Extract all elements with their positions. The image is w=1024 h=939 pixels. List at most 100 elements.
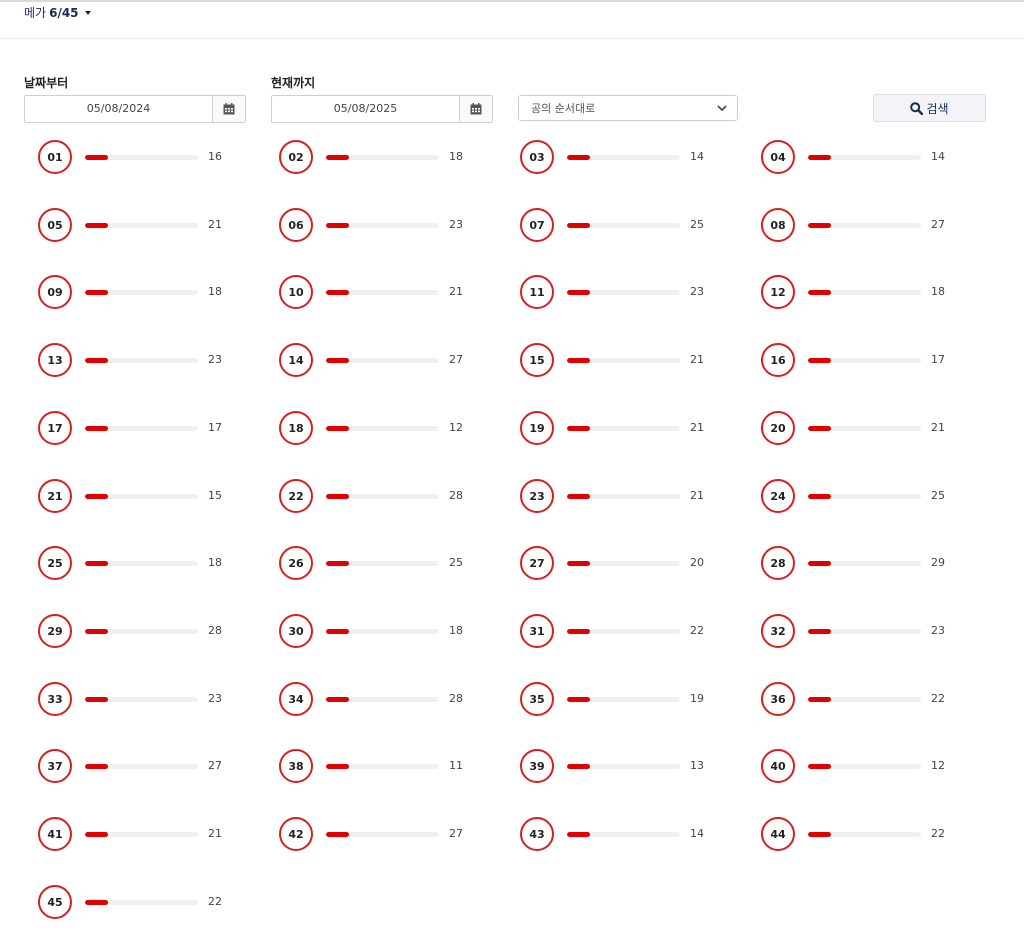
ball-count: 28: [449, 489, 463, 502]
ball-count: 18: [208, 556, 222, 569]
ball-number: 39: [520, 749, 554, 783]
ball-stat-item: 45 22: [38, 885, 248, 921]
from-date-field[interactable]: 05/08/2024: [24, 95, 246, 123]
frequency-bar-track: [808, 697, 921, 702]
frequency-bar-track: [326, 358, 439, 363]
frequency-bar-track: [85, 494, 198, 499]
ball-stat-item: 42 27: [279, 817, 489, 853]
ball-stat-item: 03 14: [520, 140, 730, 176]
ball-count: 25: [931, 489, 945, 502]
frequency-bar-fill: [567, 764, 590, 769]
ball-number: 18: [279, 411, 313, 445]
frequency-bar-fill: [326, 426, 349, 431]
ball-number: 21: [38, 479, 72, 513]
frequency-bar-track: [85, 155, 198, 160]
ball-stat-item: 31 22: [520, 614, 730, 650]
frequency-bar-fill: [808, 764, 831, 769]
frequency-bar-track: [808, 426, 921, 431]
ball-count: 18: [931, 285, 945, 298]
ball-number: 30: [279, 614, 313, 648]
frequency-bar-fill: [567, 358, 590, 363]
frequency-bar-fill: [326, 764, 349, 769]
to-date-field[interactable]: 05/08/2025: [271, 95, 493, 123]
frequency-bar-track: [808, 561, 921, 566]
ball-stat-item: 21 15: [38, 479, 248, 515]
frequency-bar-fill: [808, 494, 831, 499]
ball-number: 03: [520, 140, 554, 174]
frequency-bar-track: [808, 629, 921, 634]
ball-count: 25: [449, 556, 463, 569]
ball-stat-item: 18 12: [279, 411, 489, 447]
frequency-bar-track: [326, 764, 439, 769]
ball-count: 19: [690, 692, 704, 705]
ball-stat-item: 17 17: [38, 411, 248, 447]
ball-stat-item: 02 18: [279, 140, 489, 176]
ball-stat-item: 01 16: [38, 140, 248, 176]
ball-stat-item: 06 23: [279, 208, 489, 244]
ball-stat-item: 15 21: [520, 343, 730, 379]
ball-number: 42: [279, 817, 313, 851]
ball-stat-item: 40 12: [761, 749, 971, 785]
ball-stat-item: 07 25: [520, 208, 730, 244]
ball-stat-item: 16 17: [761, 343, 971, 379]
frequency-bar-fill: [326, 155, 349, 160]
ball-number: 43: [520, 817, 554, 851]
sort-order-select[interactable]: 공의 순서대로: [518, 95, 738, 121]
ball-number: 29: [38, 614, 72, 648]
frequency-bar-track: [85, 561, 198, 566]
to-date-value[interactable]: 05/08/2025: [272, 96, 459, 122]
frequency-bar-fill: [567, 223, 590, 228]
ball-number: 23: [520, 479, 554, 513]
to-date-label: 현재까지: [271, 76, 316, 90]
ball-count: 21: [690, 421, 704, 434]
from-date-value[interactable]: 05/08/2024: [25, 96, 212, 122]
frequency-bar-fill: [808, 561, 831, 566]
ball-count: 22: [931, 827, 945, 840]
frequency-bar-track: [85, 358, 198, 363]
ball-number: 36: [761, 682, 795, 716]
ball-number: 33: [38, 682, 72, 716]
chevron-down-icon: [717, 105, 727, 111]
search-button[interactable]: 검색: [873, 94, 986, 122]
ball-count: 17: [931, 353, 945, 366]
ball-stat-item: 44 22: [761, 817, 971, 853]
frequency-bar-fill: [808, 697, 831, 702]
ball-stat-item: 39 13: [520, 749, 730, 785]
frequency-bar-track: [326, 155, 439, 160]
ball-number: 02: [279, 140, 313, 174]
ball-count: 16: [208, 150, 222, 163]
game-selector-dropdown[interactable]: 메가 6/45: [24, 4, 91, 21]
from-calendar-button[interactable]: [212, 96, 245, 122]
ball-number: 20: [761, 411, 795, 445]
frequency-bar-fill: [808, 629, 831, 634]
ball-count: 23: [690, 285, 704, 298]
header-divider: [0, 38, 1024, 39]
frequency-bar-track: [85, 629, 198, 634]
frequency-bar-fill: [808, 426, 831, 431]
ball-count: 28: [208, 624, 222, 637]
frequency-bar-fill: [567, 494, 590, 499]
ball-count: 11: [449, 759, 463, 772]
frequency-bar-track: [567, 561, 680, 566]
frequency-bar-fill: [808, 155, 831, 160]
frequency-bar-track: [567, 426, 680, 431]
ball-stat-item: 38 11: [279, 749, 489, 785]
ball-number: 14: [279, 343, 313, 377]
ball-count: 12: [931, 759, 945, 772]
frequency-bar-track: [567, 358, 680, 363]
ball-count: 27: [208, 759, 222, 772]
calendar-icon: [470, 103, 482, 115]
frequency-bar-fill: [808, 358, 831, 363]
frequency-bar-fill: [85, 494, 108, 499]
ball-number: 05: [38, 208, 72, 242]
frequency-bar-track: [808, 764, 921, 769]
frequency-bar-fill: [85, 832, 108, 837]
ball-number: 17: [38, 411, 72, 445]
to-calendar-button[interactable]: [459, 96, 492, 122]
frequency-bar-fill: [326, 561, 349, 566]
frequency-bar-track: [808, 494, 921, 499]
search-icon: [910, 101, 924, 115]
ball-stat-item: 22 28: [279, 479, 489, 515]
frequency-bar-track: [567, 223, 680, 228]
ball-count: 22: [931, 692, 945, 705]
